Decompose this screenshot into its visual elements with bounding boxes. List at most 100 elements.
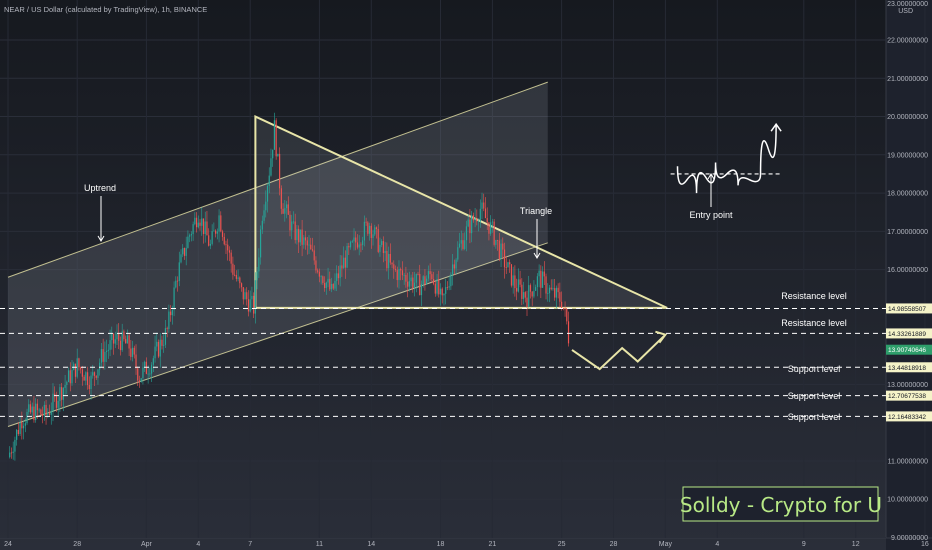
- candle-body: [379, 244, 381, 252]
- candle-body: [417, 273, 419, 275]
- time-tick-label: May: [659, 541, 673, 548]
- candle-body: [190, 234, 192, 236]
- candle-body: [126, 335, 128, 344]
- candle-body: [235, 275, 237, 279]
- candle-body: [145, 361, 147, 374]
- price-chart[interactable]: NEAR / US Dollar (calculated by TradingV…: [0, 0, 932, 550]
- candle-body: [294, 221, 296, 241]
- candle-body: [488, 222, 490, 234]
- candle-body: [176, 280, 179, 282]
- candle-body: [50, 411, 52, 415]
- candle-body: [182, 248, 184, 255]
- candle-body: [64, 384, 66, 388]
- candle-body: [547, 293, 549, 295]
- candle-body: [372, 234, 374, 238]
- candle-body: [35, 403, 37, 421]
- candle-body: [446, 287, 449, 288]
- candle-body: [251, 295, 253, 300]
- candle-body: [199, 222, 201, 226]
- candle-body: [272, 149, 274, 159]
- candle-body: [311, 249, 314, 251]
- price-tick-label: 21.00000000: [887, 76, 928, 83]
- candle-body: [301, 229, 303, 245]
- candle-body: [327, 278, 329, 283]
- candle-body: [516, 288, 518, 292]
- candle-body: [429, 271, 431, 275]
- candle-body: [567, 321, 570, 344]
- candle-body: [125, 339, 127, 344]
- price-tick-label: 17.00000000: [887, 229, 928, 236]
- candle-body: [201, 218, 203, 226]
- time-tick-label: 7: [248, 541, 252, 548]
- candle-body: [561, 301, 563, 308]
- candle-body: [420, 283, 423, 296]
- candle-body: [52, 393, 54, 412]
- candle-body: [450, 274, 452, 287]
- candle-body: [59, 387, 61, 401]
- candle-body: [503, 249, 506, 268]
- candle-body: [227, 244, 229, 251]
- candle-body: [144, 361, 146, 368]
- price-level-value: 13.44818918: [888, 365, 926, 372]
- candle-body: [137, 368, 139, 381]
- candle-body: [457, 247, 459, 260]
- candle-body: [230, 252, 232, 264]
- candle-body: [95, 375, 97, 378]
- candle-body: [363, 221, 365, 241]
- candle-body: [102, 349, 104, 362]
- candle-body: [521, 284, 523, 299]
- candle-body: [367, 222, 369, 234]
- candle-body: [296, 228, 298, 241]
- candle-body: [517, 279, 519, 292]
- candle-body: [460, 240, 462, 244]
- candle-body: [261, 220, 263, 230]
- candle-body: [393, 264, 395, 269]
- candle-body: [438, 279, 440, 295]
- candle-body: [221, 231, 224, 237]
- time-tick-label: 4: [196, 541, 200, 548]
- candle-body: [10, 452, 13, 454]
- candle-body: [431, 274, 433, 280]
- candle-body: [133, 347, 135, 355]
- candle-body: [42, 414, 44, 416]
- resistance-level-2-label: Resistance level: [781, 318, 847, 328]
- candle-body: [189, 235, 191, 237]
- candle-body: [154, 346, 156, 359]
- candle-body: [71, 369, 73, 384]
- support-level-2-label: Support level: [788, 391, 841, 401]
- candle-body: [381, 241, 383, 245]
- candle-body: [150, 364, 153, 374]
- candle-body: [180, 254, 182, 263]
- symbol-title: NEAR / US Dollar (calculated by TradingV…: [4, 5, 207, 14]
- candle-body: [358, 244, 360, 248]
- candle-body: [555, 287, 558, 298]
- candle-body: [118, 333, 120, 341]
- candle-body: [427, 271, 429, 279]
- candle-body: [452, 264, 454, 275]
- candle-body: [185, 247, 187, 256]
- candle-body: [85, 372, 87, 381]
- price-tick-label: 11.00000000: [888, 458, 928, 465]
- candle-body: [400, 269, 402, 271]
- candle-body: [9, 452, 11, 458]
- candle-body: [208, 235, 210, 246]
- candle-body: [216, 231, 218, 234]
- candle-body: [351, 241, 353, 243]
- candle-body: [564, 308, 566, 310]
- candle-body: [413, 282, 416, 288]
- candle-body: [31, 406, 33, 413]
- candle-body: [304, 237, 307, 241]
- candle-body: [448, 286, 450, 288]
- candle-body: [408, 281, 410, 287]
- candle-body: [483, 202, 485, 209]
- time-tick-label: 16: [921, 541, 929, 548]
- candle-body: [401, 270, 404, 276]
- candle-body: [36, 403, 39, 411]
- candle-body: [407, 281, 409, 287]
- price-tick-label: 22.00000000: [887, 38, 928, 45]
- chart-container[interactable]: NEAR / US Dollar (calculated by TradingV…: [0, 0, 932, 550]
- time-tick-label: 24: [4, 541, 12, 548]
- candle-body: [215, 230, 217, 234]
- candle-body: [291, 221, 293, 231]
- candle-body: [282, 208, 284, 214]
